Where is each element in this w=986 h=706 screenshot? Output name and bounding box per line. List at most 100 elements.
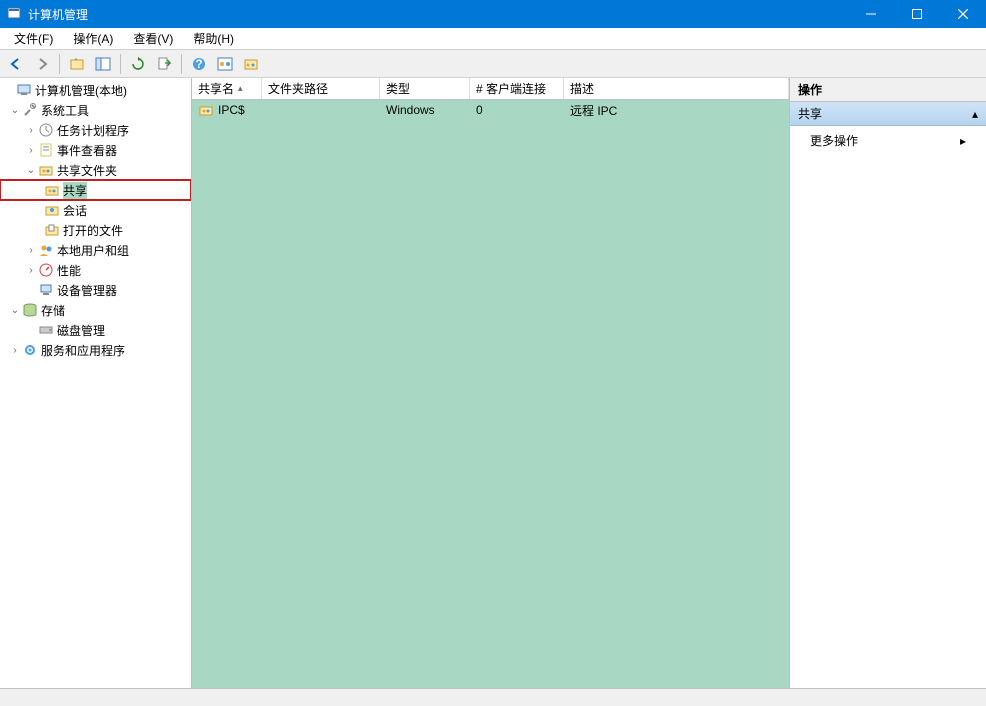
back-button[interactable]: [4, 52, 28, 76]
column-type[interactable]: 类型: [380, 78, 470, 99]
toolbar-separator: [181, 54, 182, 74]
tree-open-files[interactable]: 打开的文件: [0, 220, 191, 240]
forward-button[interactable]: [30, 52, 54, 76]
expander-icon[interactable]: ›: [8, 345, 22, 356]
computer-icon: [16, 82, 32, 98]
expander-icon[interactable]: ›: [24, 125, 38, 136]
services-icon: [22, 342, 38, 358]
list-body[interactable]: IPC$ Windows 0 远程 IPC: [192, 100, 789, 688]
performance-icon: [38, 262, 54, 278]
cell-description: 远程 IPC: [564, 102, 789, 119]
new-share-wizard-button[interactable]: [239, 52, 263, 76]
tree-label: 共享文件夹: [57, 162, 117, 179]
chevron-right-icon: ▸: [960, 134, 966, 148]
column-label: 共享名: [198, 80, 234, 97]
window-title: 计算机管理: [28, 6, 848, 23]
minimize-button[interactable]: [848, 0, 894, 28]
tree-device-manager[interactable]: 设备管理器: [0, 280, 191, 300]
toolbar-separator: [59, 54, 60, 74]
tree-local-users[interactable]: › 本地用户和组: [0, 240, 191, 260]
tree-label: 性能: [57, 262, 81, 279]
actions-panel: 操作 共享 ▴ 更多操作 ▸: [790, 78, 986, 688]
statusbar: [0, 688, 986, 706]
show-hide-tree-button[interactable]: [91, 52, 115, 76]
tree-label: 计算机管理(本地): [35, 82, 127, 99]
cell-type: Windows: [380, 103, 470, 117]
content-area: 计算机管理(本地) ⌄ 系统工具 › 任务计划程序 › 事件查看器 ⌄ 共享文件…: [0, 78, 986, 688]
toolbar: ?: [0, 50, 986, 78]
share-row-icon: [198, 102, 214, 118]
tree-label: 共享: [63, 182, 87, 199]
column-client-connections[interactable]: # 客户端连接: [470, 78, 564, 99]
actions-section[interactable]: 共享 ▴: [790, 102, 986, 126]
app-icon: [6, 6, 22, 22]
expander-icon[interactable]: ›: [24, 265, 38, 276]
tree-label: 服务和应用程序: [41, 342, 125, 359]
tree-root[interactable]: 计算机管理(本地): [0, 80, 191, 100]
actions-header: 操作: [790, 78, 986, 102]
disk-icon: [38, 322, 54, 338]
titlebar: 计算机管理: [0, 0, 986, 28]
expander-icon[interactable]: ⌄: [8, 305, 22, 316]
menu-action[interactable]: 操作(A): [63, 28, 123, 49]
help-button[interactable]: ?: [187, 52, 211, 76]
tree-services-apps[interactable]: › 服务和应用程序: [0, 340, 191, 360]
tree-label: 磁盘管理: [57, 322, 105, 339]
menubar: 文件(F) 操作(A) 查看(V) 帮助(H): [0, 28, 986, 50]
menu-help[interactable]: 帮助(H): [183, 28, 244, 49]
tree-label: 设备管理器: [57, 282, 117, 299]
tree-label: 系统工具: [41, 102, 89, 119]
tree-label: 存储: [41, 302, 65, 319]
expander-icon[interactable]: ›: [24, 245, 38, 256]
actions-section-label: 共享: [798, 105, 822, 122]
tree-event-viewer[interactable]: › 事件查看器: [0, 140, 191, 160]
tree-shares[interactable]: 共享: [0, 180, 191, 200]
tree-label: 任务计划程序: [57, 122, 129, 139]
tree-performance[interactable]: › 性能: [0, 260, 191, 280]
sessions-icon: [44, 202, 60, 218]
tree-label: 打开的文件: [63, 222, 123, 239]
sort-indicator-icon: ▴: [238, 83, 243, 94]
list-row[interactable]: IPC$ Windows 0 远程 IPC: [192, 100, 789, 120]
expander-icon[interactable]: ⌄: [24, 165, 38, 176]
tree-sessions[interactable]: 会话: [0, 200, 191, 220]
actions-more[interactable]: 更多操作 ▸: [790, 126, 986, 155]
column-share-name[interactable]: 共享名 ▴: [192, 78, 262, 99]
list-header: 共享名 ▴ 文件夹路径 类型 # 客户端连接 描述: [192, 78, 789, 100]
new-share-button[interactable]: [213, 52, 237, 76]
cell-text: IPC$: [218, 103, 245, 117]
tree-shared-folders[interactable]: ⌄ 共享文件夹: [0, 160, 191, 180]
tree-disk-management[interactable]: 磁盘管理: [0, 320, 191, 340]
toolbar-separator: [120, 54, 121, 74]
column-folder-path[interactable]: 文件夹路径: [262, 78, 380, 99]
menu-view[interactable]: 查看(V): [123, 28, 183, 49]
expander-icon[interactable]: ›: [24, 145, 38, 156]
maximize-button[interactable]: [894, 0, 940, 28]
expander-icon[interactable]: ⌄: [8, 105, 22, 116]
event-icon: [38, 142, 54, 158]
tree-system-tools[interactable]: ⌄ 系统工具: [0, 100, 191, 120]
tree-task-scheduler[interactable]: › 任务计划程序: [0, 120, 191, 140]
storage-icon: [22, 302, 38, 318]
column-description[interactable]: 描述: [564, 78, 789, 99]
up-button[interactable]: [65, 52, 89, 76]
svg-text:?: ?: [195, 57, 202, 71]
shares-icon: [44, 182, 60, 198]
actions-item-label: 更多操作: [810, 132, 858, 149]
tools-icon: [22, 102, 38, 118]
export-button[interactable]: [152, 52, 176, 76]
tree-label: 事件查看器: [57, 142, 117, 159]
tree-storage[interactable]: ⌄ 存储: [0, 300, 191, 320]
clock-icon: [38, 122, 54, 138]
shared-folder-icon: [38, 162, 54, 178]
tree-panel[interactable]: 计算机管理(本地) ⌄ 系统工具 › 任务计划程序 › 事件查看器 ⌄ 共享文件…: [0, 78, 192, 688]
tree-label: 会话: [63, 202, 87, 219]
window-controls: [848, 0, 986, 28]
list-panel: 共享名 ▴ 文件夹路径 类型 # 客户端连接 描述 IPC$ Windows 0 …: [192, 78, 790, 688]
cell-client-connections: 0: [470, 103, 564, 117]
close-button[interactable]: [940, 0, 986, 28]
refresh-button[interactable]: [126, 52, 150, 76]
menu-file[interactable]: 文件(F): [4, 28, 63, 49]
device-icon: [38, 282, 54, 298]
collapse-icon: ▴: [972, 107, 978, 121]
